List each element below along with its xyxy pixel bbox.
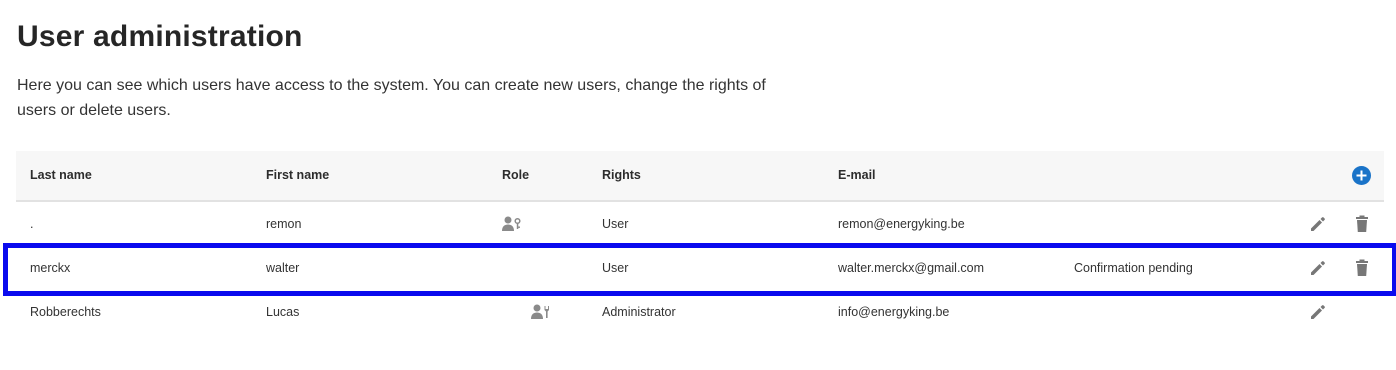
cell-rights: User — [602, 217, 629, 231]
trash-icon — [1356, 259, 1368, 276]
table-row: merckx walter User walter.merckx@gmail.c… — [16, 246, 1384, 290]
edit-button[interactable] — [1308, 258, 1328, 278]
cell-email: remon@energyking.be — [838, 217, 965, 231]
delete-button[interactable] — [1352, 258, 1372, 278]
table-row: Robberechts Lucas Administrator info@ene… — [16, 290, 1384, 334]
column-header-rights[interactable]: Rights — [602, 168, 641, 182]
cell-last-name: merckx — [30, 261, 71, 275]
table-row: . remon User remon@energyking.be — [16, 202, 1384, 246]
cell-last-name: . — [30, 217, 34, 231]
cell-first-name: remon — [266, 217, 302, 231]
cell-rights: User — [602, 261, 629, 275]
trash-icon — [1356, 215, 1368, 232]
cell-email: info@energyking.be — [838, 305, 950, 319]
page-description: Here you can see which users have access… — [17, 77, 766, 119]
cell-last-name: Robberechts — [30, 305, 101, 319]
delete-button[interactable] — [1352, 214, 1372, 234]
column-header-last-name[interactable]: Last name — [30, 168, 92, 182]
pencil-icon — [1311, 261, 1325, 275]
table-header: Last name First name Role Rights E-mail — [16, 151, 1384, 202]
add-circle-icon — [1356, 170, 1367, 181]
pencil-icon — [1311, 305, 1325, 319]
edit-button[interactable] — [1308, 302, 1328, 322]
cell-first-name: Lucas — [266, 305, 300, 319]
column-header-email[interactable]: E-mail — [838, 168, 876, 182]
user-key-icon — [502, 216, 522, 232]
cell-email: walter.merckx@gmail.com — [838, 261, 985, 275]
column-header-role[interactable]: Role — [502, 168, 529, 182]
cell-status: Confirmation pending — [1074, 261, 1193, 275]
cell-rights: Administrator — [602, 305, 676, 319]
user-key-icon — [531, 304, 551, 320]
edit-button[interactable] — [1308, 214, 1328, 234]
pencil-icon — [1311, 217, 1325, 231]
users-table: Last name First name Role Rights E-mail … — [16, 151, 1384, 334]
page-title: User administration — [17, 20, 303, 53]
add-user-button[interactable] — [1352, 166, 1371, 185]
column-header-first-name[interactable]: First name — [266, 168, 329, 182]
cell-first-name: walter — [266, 261, 300, 275]
